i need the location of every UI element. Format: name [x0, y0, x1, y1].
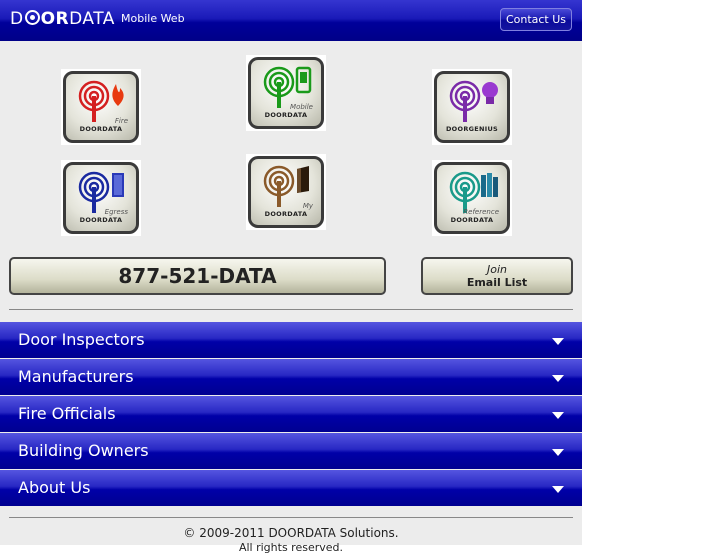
- rights-text: All rights reserved.: [238, 541, 344, 554]
- nav-label: About Us: [18, 478, 91, 497]
- join-email-list-button[interactable]: Join Email List: [421, 257, 573, 295]
- chevron-down-icon: [552, 449, 564, 456]
- call-phone-button[interactable]: 877-521-DATA: [9, 257, 386, 295]
- app-brand: DOORDATA: [450, 216, 494, 224]
- app-tile: My DOORDATA: [248, 156, 324, 228]
- chevron-down-icon: [552, 375, 564, 382]
- app-name: Egress: [104, 208, 128, 216]
- chevron-down-icon: [552, 412, 564, 419]
- nav-manufacturers[interactable]: Manufacturers: [0, 359, 582, 395]
- logo-text-or: OR: [40, 9, 70, 29]
- accordion-nav: Door Inspectors Manufacturers Fire Offic…: [0, 322, 582, 507]
- app-brand: DOORDATA: [79, 216, 123, 224]
- doordata-logo[interactable]: D ORDATA: [10, 9, 115, 29]
- nav-door-inspectors[interactable]: Door Inspectors: [0, 322, 582, 358]
- nav-about-us[interactable]: About Us: [0, 470, 582, 506]
- nav-label: Building Owners: [18, 441, 149, 460]
- app-fire-doordata[interactable]: Fire DOORDATA: [61, 69, 141, 145]
- app-mobile-doordata[interactable]: Mobile DOORDATA: [246, 55, 326, 131]
- email-list-label: Email List: [466, 276, 528, 289]
- app-name: Mobile: [290, 103, 313, 111]
- nav-label: Fire Officials: [18, 404, 116, 423]
- app-brand: DOORDATA: [79, 125, 123, 133]
- logo-text-data: DATA: [69, 9, 115, 29]
- app-tile: Fire DOORDATA: [63, 71, 139, 143]
- my-doordata-antenna-icon: [263, 165, 309, 207]
- app-name: Fire: [114, 117, 128, 125]
- egress-antenna-icon: [78, 171, 124, 213]
- doorgenius-antenna-icon: [449, 80, 498, 122]
- app-my-doordata[interactable]: My DOORDATA: [246, 154, 326, 230]
- app-tile: Egress DOORDATA: [63, 162, 139, 234]
- footer-divider: [9, 517, 573, 518]
- chevron-down-icon: [552, 338, 564, 345]
- app-brand: DOORDATA: [264, 111, 308, 119]
- fire-antenna-icon: [78, 80, 124, 122]
- contact-us-button[interactable]: Contact Us: [500, 8, 572, 31]
- header-bar: D ORDATA Mobile Web Contact Us: [0, 0, 582, 41]
- page: D ORDATA Mobile Web Contact Us Fire DOORD…: [0, 0, 582, 554]
- app-reference-doordata[interactable]: Reference DOORDATA: [432, 160, 512, 236]
- app-egress-doordata[interactable]: Egress DOORDATA: [61, 160, 141, 236]
- app-brand: DOORDATA: [264, 210, 308, 218]
- logo-ring-icon: [24, 10, 40, 25]
- join-label: Join: [486, 263, 507, 276]
- reference-antenna-icon: [449, 171, 498, 213]
- app-doorgenius[interactable]: DOORGENIUS: [432, 69, 512, 145]
- app-tile: Mobile DOORDATA: [248, 57, 324, 129]
- nav-building-owners[interactable]: Building Owners: [0, 433, 582, 469]
- nav-fire-officials[interactable]: Fire Officials: [0, 396, 582, 432]
- app-name: My: [302, 202, 313, 210]
- mobile-antenna-icon: [263, 66, 312, 108]
- header-subtitle: Mobile Web: [121, 12, 185, 25]
- divider: [9, 309, 573, 310]
- nav-label: Manufacturers: [18, 367, 134, 386]
- app-name: Reference: [463, 208, 499, 216]
- app-tile: DOORGENIUS: [434, 71, 510, 143]
- app-tile: Reference DOORDATA: [434, 162, 510, 234]
- copyright-text: © 2009-2011 DOORDATA Solutions.: [183, 526, 399, 540]
- chevron-down-icon: [552, 486, 564, 493]
- app-brand: DOORGENIUS: [445, 125, 499, 133]
- logo-text-d: D: [10, 9, 24, 29]
- nav-label: Door Inspectors: [18, 330, 145, 349]
